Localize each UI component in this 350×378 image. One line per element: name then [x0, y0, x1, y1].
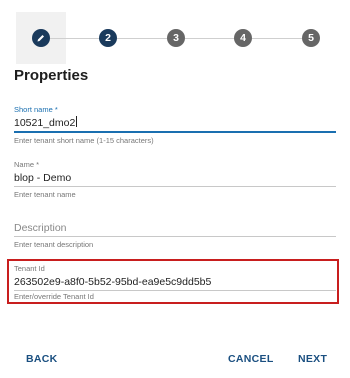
- name-help: Enter tenant name: [14, 190, 76, 199]
- tenant-id-input[interactable]: 263502e9-a8f0-5b52-95bd-ea9e5c9dd5b5: [14, 274, 336, 290]
- short-name-input[interactable]: 10521_dmo2: [14, 115, 336, 131]
- short-name-field[interactable]: Short name * 10521_dmo2 Enter tenant sho…: [14, 105, 336, 147]
- cancel-button[interactable]: CANCEL: [228, 353, 274, 365]
- pencil-icon: [37, 35, 44, 42]
- short-name-value: 10521_dmo2: [14, 117, 76, 129]
- step-connector: [50, 38, 100, 39]
- name-field[interactable]: Name * blop - Demo Enter tenant name: [14, 160, 336, 201]
- short-name-label: Short name *: [14, 105, 58, 114]
- step-connector: [185, 38, 235, 39]
- step-1-edit[interactable]: [32, 29, 50, 47]
- description-underline: [14, 236, 336, 237]
- tenant-id-help: Enter/override Tenant Id: [14, 292, 94, 301]
- name-input[interactable]: blop - Demo: [14, 170, 336, 186]
- short-name-underline: [14, 131, 336, 133]
- description-help: Enter tenant description: [14, 240, 94, 249]
- step-3[interactable]: 3: [167, 29, 185, 47]
- page-title: Properties: [14, 67, 89, 84]
- step-connector: [117, 38, 167, 39]
- wizard-stepper: 2 3 4 5: [0, 12, 350, 64]
- next-button[interactable]: NEXT: [298, 353, 327, 365]
- text-caret: [76, 116, 78, 127]
- name-underline: [14, 186, 336, 187]
- tenant-id-field[interactable]: Tenant Id 263502e9-a8f0-5b52-95bd-ea9e5c…: [14, 264, 336, 303]
- short-name-help: Enter tenant short name (1-15 characters…: [14, 136, 154, 145]
- name-label: Name *: [14, 160, 40, 169]
- step-4[interactable]: 4: [234, 29, 252, 47]
- description-input[interactable]: Description: [14, 220, 336, 236]
- step-connector: [252, 38, 302, 39]
- step-5[interactable]: 5: [302, 29, 320, 47]
- description-field[interactable]: Description Enter tenant description: [14, 220, 336, 251]
- step-2[interactable]: 2: [99, 29, 117, 47]
- tenant-id-label: Tenant Id: [14, 264, 45, 273]
- back-button[interactable]: BACK: [26, 353, 58, 365]
